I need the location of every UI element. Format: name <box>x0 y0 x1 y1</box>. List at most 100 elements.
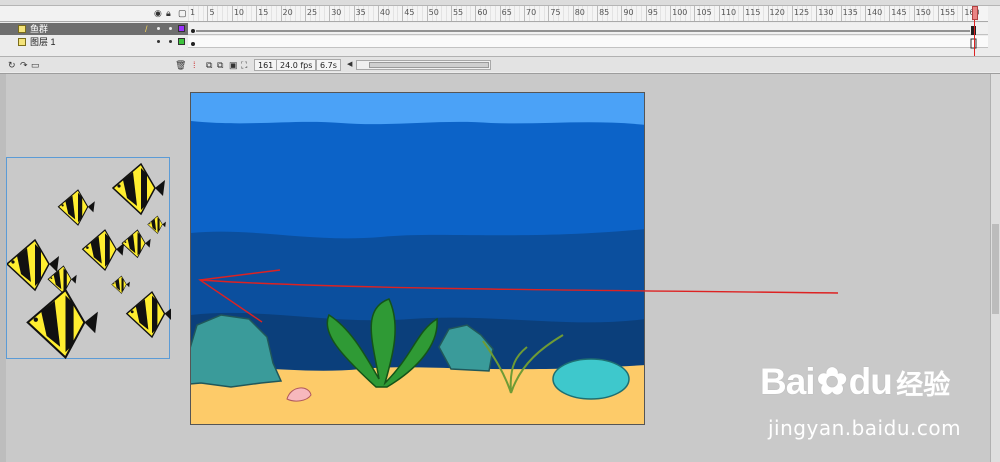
ruler-number: 65 <box>501 8 512 17</box>
modify-markers-icon[interactable]: ⛶ <box>241 59 247 71</box>
onion-skin-icon[interactable]: ⧉ <box>206 59 212 71</box>
keyframe-span <box>191 38 977 49</box>
angelfish <box>47 265 77 295</box>
ruler-tick <box>402 6 404 21</box>
ruler-tick <box>207 6 209 21</box>
layer-row-1[interactable]: 图层 1 <box>0 36 188 48</box>
ruler-number: 5 <box>209 8 215 17</box>
ruler-tick <box>514 6 516 21</box>
ruler-tick <box>446 6 448 21</box>
hscroll-thumb[interactable] <box>369 62 489 68</box>
ruler-tick <box>670 6 672 21</box>
playhead[interactable] <box>972 6 978 62</box>
ruler-tick <box>665 6 667 21</box>
layer-header: ◉ 🔒︎ ▢ <box>0 6 188 22</box>
ruler-tick <box>694 6 696 21</box>
angelfish <box>111 162 165 216</box>
ruler-number: 150 <box>915 8 931 17</box>
ruler-number: 125 <box>793 8 810 17</box>
ruler-tick <box>962 6 964 21</box>
ruler-number: 140 <box>866 8 883 17</box>
ruler-tick <box>197 6 199 21</box>
angelfish <box>111 275 130 294</box>
ruler-tick <box>470 6 472 21</box>
playhead-cap[interactable] <box>972 6 978 20</box>
timeline-hscroll[interactable] <box>356 60 491 70</box>
ruler-tick <box>937 6 939 21</box>
ruler-number: 45 <box>404 8 415 17</box>
ruler-tick <box>592 6 594 21</box>
ruler-tick <box>538 6 540 21</box>
ruler-number: 130 <box>818 8 834 17</box>
ruler-tick <box>329 6 331 21</box>
layer-name: 鱼群 <box>30 24 49 34</box>
pencil-icon: / <box>145 24 148 34</box>
ruler-tick <box>562 6 564 21</box>
stage-vscroll[interactable] <box>990 74 1000 462</box>
ruler-tick <box>519 6 521 21</box>
ruler-tick <box>222 6 224 21</box>
ruler-tick <box>226 6 228 21</box>
ruler-tick <box>426 6 428 21</box>
ruler-tick <box>202 6 204 21</box>
ruler-tick <box>743 6 745 21</box>
ruler-number: 90 <box>623 8 634 17</box>
ruler-tick <box>621 6 623 21</box>
ruler-tick <box>767 6 769 21</box>
lock-dot[interactable] <box>169 40 172 43</box>
ruler-tick <box>450 6 452 21</box>
layer-color-swatch[interactable] <box>178 38 185 45</box>
ruler-tick <box>660 6 662 21</box>
visibility-dot[interactable] <box>157 40 160 43</box>
ruler-tick <box>353 6 355 21</box>
layer-row-fish[interactable]: 鱼群 / <box>0 23 188 35</box>
lock-icon[interactable]: 🔒︎ <box>166 7 171 19</box>
ruler-tick <box>811 6 813 21</box>
ruler-tick <box>494 6 496 21</box>
ruler-number: 85 <box>599 8 610 17</box>
ruler-tick <box>713 6 715 21</box>
ruler-tick <box>933 6 935 21</box>
angelfish <box>26 288 98 360</box>
frame-track-fish[interactable] <box>188 23 988 35</box>
ruler-tick <box>377 6 379 21</box>
elapsed-time: 6.7s <box>316 59 341 71</box>
lock-dot[interactable] <box>169 27 172 30</box>
ruler-tick <box>884 6 886 21</box>
frame-ruler[interactable]: 1 5 10 15 20 25 30 35 40 45 50 55 60 65 70 75 80 85 90 95 10… <box>188 6 988 22</box>
ruler-tick <box>689 6 691 21</box>
timeline-statusbar: ↻ ↷ ▭ 🗑︎ ⁞ ⧉ ⧉ ▣ ⛶ 161 24.0 fps 6.7s ◀ <box>0 56 1000 72</box>
center-frame-icon[interactable]: ⁞ <box>193 59 196 71</box>
angelfish <box>147 215 166 234</box>
visibility-dot[interactable] <box>157 27 160 30</box>
ruler-tick <box>499 6 501 21</box>
layer-color-swatch[interactable] <box>178 25 185 32</box>
ruler-tick <box>348 6 350 21</box>
watermark-cn: 经验 <box>896 370 951 401</box>
ruler-tick <box>616 6 618 21</box>
vscroll-thumb[interactable] <box>992 224 999 314</box>
frame-track-layer1[interactable] <box>188 36 988 49</box>
onion-outline-icon[interactable]: ⧉ <box>217 59 223 71</box>
scroll-left-icon[interactable]: ◀ <box>347 59 352 71</box>
timeline-panel: ◉ 🔒︎ ▢ 1 5 10 15 20 25 30 35 40 45 50 55 60 65 70 75 80 8… <box>0 0 1000 74</box>
new-folder-icon[interactable]: ▭ <box>31 59 40 71</box>
ruler-number: 30 <box>331 8 342 17</box>
angelfish <box>121 229 151 259</box>
ruler-tick <box>397 6 399 21</box>
trash-icon[interactable]: 🗑︎ <box>175 59 186 71</box>
stage-canvas[interactable] <box>190 92 645 425</box>
ruler-tick <box>860 6 862 21</box>
new-layer-icon[interactable]: ↻ <box>8 59 16 71</box>
ruler-tick <box>787 6 788 21</box>
layer-icon <box>18 38 26 46</box>
frame-rate[interactable]: 24.0 fps <box>276 59 317 71</box>
eye-icon[interactable]: ◉ <box>154 7 162 19</box>
edit-multiple-icon[interactable]: ▣ <box>229 59 238 71</box>
ruler-tick <box>791 6 793 21</box>
ruler-number: 15 <box>258 8 269 17</box>
ruler-number: 135 <box>842 8 858 17</box>
new-guide-icon[interactable]: ↷ <box>20 59 28 71</box>
outline-icon[interactable]: ▢ <box>178 7 187 19</box>
fish-school-symbol[interactable] <box>5 157 174 360</box>
